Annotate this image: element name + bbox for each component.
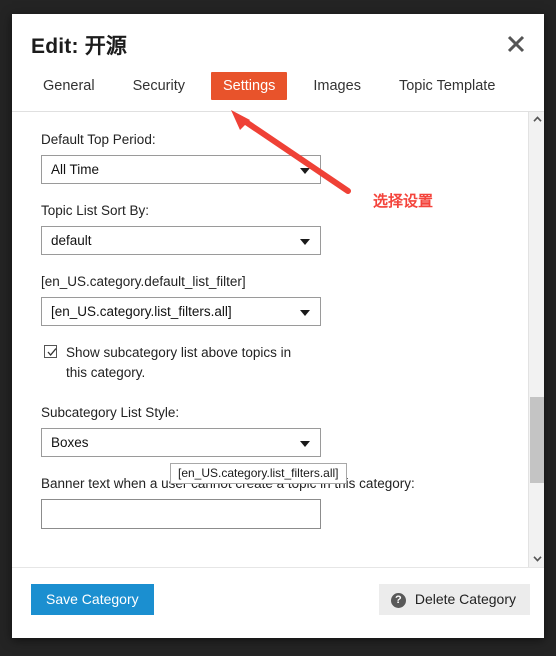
default-list-filter-value: [en_US.category.list_filters.all]	[51, 304, 232, 320]
chevron-down-icon	[300, 440, 310, 447]
field-default-top-period: Default Top Period: All Time	[41, 130, 530, 185]
field-default-list-filter: [en_US.category.default_list_filter] [en…	[41, 272, 530, 327]
show-subcategory-checkbox[interactable]	[44, 345, 57, 359]
chevron-down-icon	[300, 239, 310, 246]
default-top-period-label: Default Top Period:	[41, 132, 156, 147]
field-subcategory-list-style: Subcategory List Style: Boxes	[41, 403, 530, 457]
tab-bar: General Security Settings Images Topic Templ…	[12, 72, 544, 112]
tab-security[interactable]: Security	[121, 72, 197, 100]
subcategory-list-style-label: Subcategory List Style:	[41, 404, 180, 420]
tab-topic-template[interactable]: Topic Template	[387, 72, 507, 100]
dialog-footer: Save Category ? Delete Category	[12, 567, 544, 637]
chevron-down-icon	[300, 168, 310, 175]
field-topic-list-sort-by: Topic List Sort By: default	[41, 201, 530, 256]
chevron-down-icon[interactable]	[529, 551, 544, 567]
page-title: Edit: 开源	[31, 35, 128, 58]
question-mark-icon: ?	[390, 593, 406, 608]
close-icon[interactable]	[503, 31, 529, 57]
delete-category-button[interactable]: ? Delete Category	[378, 584, 530, 615]
topic-list-sort-by-label: Topic List Sort By:	[41, 203, 150, 219]
scrollbar[interactable]	[528, 112, 544, 567]
tab-images[interactable]: Images	[301, 72, 373, 100]
chevron-up-icon[interactable]	[529, 112, 544, 128]
topic-list-sort-by-select[interactable]: default	[41, 226, 321, 256]
show-subcategory-label: Show subcategory list above topics in th…	[66, 345, 292, 381]
delete-category-label: Delete Category	[414, 591, 516, 607]
tab-settings[interactable]: Settings	[210, 72, 288, 100]
tab-general[interactable]: General	[31, 72, 107, 100]
subcategory-list-style-value: Boxes	[51, 434, 89, 450]
dialog-header: Edit: 开源	[12, 14, 544, 72]
annotation-label: 选择设置	[373, 193, 434, 210]
banner-text-input[interactable]	[41, 498, 321, 529]
chevron-down-icon	[300, 310, 310, 317]
default-top-period-select[interactable]: All Time	[41, 155, 321, 185]
default-list-filter-label: [en_US.category.default_list_filter]	[41, 274, 246, 290]
default-top-period-value: All Time	[51, 162, 100, 178]
scrollbar-thumb[interactable]	[530, 397, 544, 483]
subcategory-list-style-select[interactable]: Boxes	[41, 427, 321, 457]
tooltip: [en_US.category.list_filters.all]	[170, 463, 347, 484]
topic-list-sort-by-value: default	[51, 233, 92, 249]
default-list-filter-select[interactable]: [en_US.category.list_filters.all]	[41, 297, 321, 327]
dialog-body: Default Top Period: All Time Topic List …	[12, 112, 544, 567]
edit-category-dialog: Edit: 开源 General Security Settings Images To…	[12, 14, 544, 638]
save-category-button[interactable]: Save Category	[31, 584, 154, 615]
show-subcategory-row: Show subcategory list above topics in th…	[44, 343, 309, 382]
